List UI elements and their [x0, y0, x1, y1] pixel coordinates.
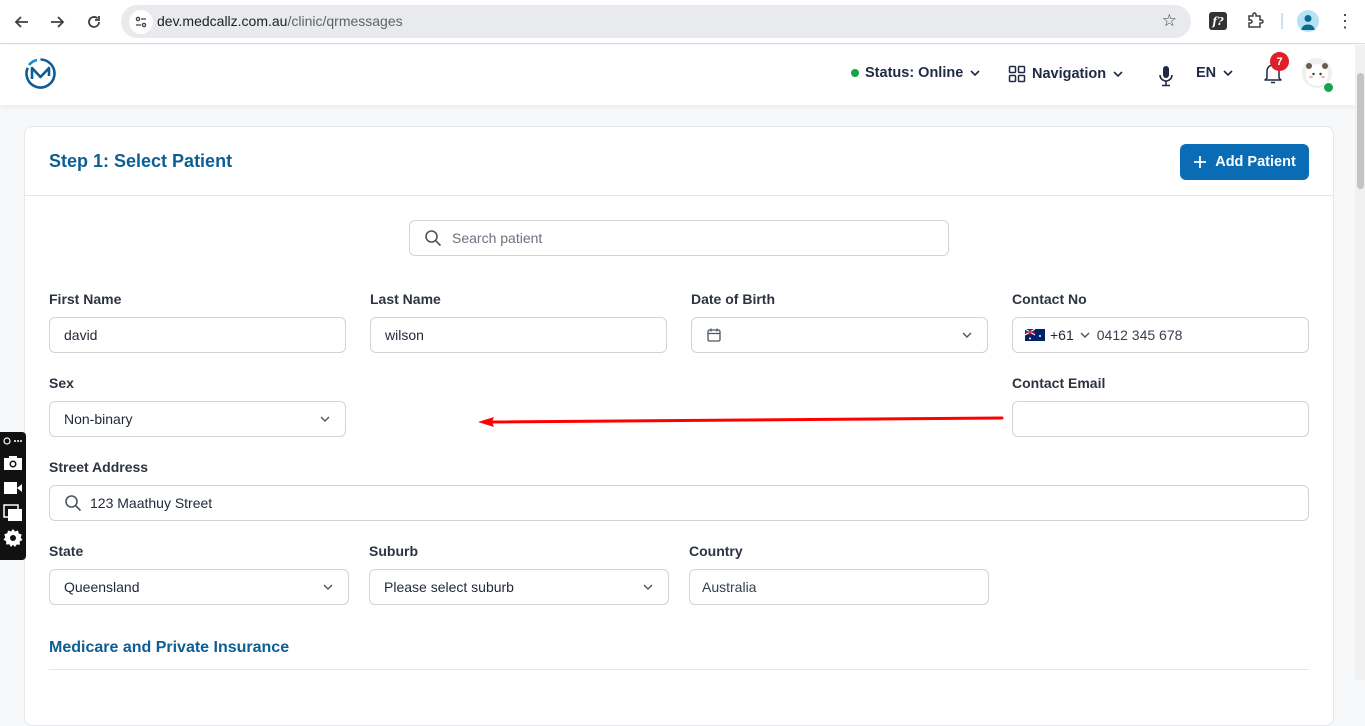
- browser-toolbar: dev.medcallz.com.au/clinic/qrmessages ☆ …: [0, 0, 1365, 44]
- app-header: Status: Online Navigation EN 7: [0, 45, 1355, 105]
- chevron-down-icon: [323, 584, 333, 590]
- page-title: Step 1: Select Patient: [49, 151, 233, 171]
- contact-email-input[interactable]: [1012, 401, 1309, 437]
- back-button[interactable]: [10, 10, 34, 34]
- status-dropdown[interactable]: Status: Online: [851, 65, 981, 81]
- medicare-section-title: Medicare and Private Insurance: [49, 639, 290, 656]
- language-label: EN: [1196, 65, 1217, 81]
- contact-email-label: Contact Email: [1012, 375, 1106, 391]
- microphone-icon: [1159, 66, 1173, 87]
- card-header: Step 1: Select Patient Add Patient: [25, 127, 1333, 196]
- status-label: Status: Online: [865, 65, 964, 81]
- menu-kebab-icon[interactable]: ⋮: [1336, 10, 1354, 32]
- plus-icon: [1194, 156, 1207, 168]
- dob-label: Date of Birth: [691, 291, 775, 307]
- capture-toolbar: [0, 432, 26, 560]
- url-path: /clinic/qrmessages: [287, 13, 403, 29]
- scrollbar-thumb[interactable]: [1357, 73, 1364, 189]
- reload-icon: [88, 16, 100, 28]
- url-host: dev.medcallz.com.au: [157, 13, 288, 29]
- medcallz-logo[interactable]: [24, 57, 57, 90]
- country-code-selector[interactable]: +61: [1025, 327, 1091, 343]
- contact-no-value: 0412 345 678: [1096, 327, 1183, 343]
- street-address-label: Street Address: [49, 459, 149, 475]
- search-patient-input[interactable]: Search patient: [409, 220, 949, 256]
- contact-no-label: Contact No: [1012, 291, 1087, 307]
- chevron-down-icon: [1080, 332, 1090, 338]
- site-settings-icon: [135, 16, 147, 28]
- country-input[interactable]: Australia: [689, 569, 989, 605]
- forward-button[interactable]: [45, 10, 69, 34]
- chevron-down-icon: [643, 584, 653, 590]
- search-placeholder: Search patient: [452, 230, 543, 246]
- reload-button[interactable]: [82, 10, 106, 34]
- toolbar-more-icon[interactable]: [3, 434, 23, 448]
- search-icon: [65, 495, 82, 512]
- notification-count-badge: 7: [1270, 52, 1289, 71]
- camera-icon[interactable]: [3, 453, 23, 473]
- add-patient-button[interactable]: Add Patient: [1180, 144, 1309, 180]
- section-divider: [49, 669, 1309, 670]
- bookmark-star-icon[interactable]: ☆: [1162, 11, 1177, 31]
- street-address-input[interactable]: 123 Maathuy Street: [49, 485, 1309, 521]
- first-name-input[interactable]: david: [49, 317, 346, 353]
- sex-select[interactable]: Non-binary: [49, 401, 346, 437]
- avatar-online-indicator: [1323, 82, 1334, 93]
- contact-no-input[interactable]: +61 0412 345 678: [1012, 317, 1309, 353]
- last-name-input[interactable]: wilson: [370, 317, 667, 353]
- australia-flag-icon: [1025, 329, 1045, 341]
- chevron-down-icon: [962, 332, 972, 338]
- navigation-label: Navigation: [1032, 66, 1107, 82]
- navigation-dropdown[interactable]: Navigation: [1008, 65, 1124, 83]
- language-dropdown[interactable]: EN: [1196, 65, 1234, 81]
- state-select[interactable]: Queensland: [49, 569, 349, 605]
- suburb-select[interactable]: Please select suburb: [369, 569, 669, 605]
- microphone-button[interactable]: [1157, 65, 1175, 87]
- chevron-down-icon: [970, 70, 980, 77]
- suburb-label: Suburb: [369, 543, 418, 559]
- chevron-down-icon: [1223, 70, 1233, 77]
- annotation-arrow: [478, 416, 1004, 427]
- extension-f-icon[interactable]: f?: [1209, 12, 1227, 30]
- window-capture-icon[interactable]: [3, 503, 23, 523]
- state-label: State: [49, 543, 84, 559]
- settings-gear-icon[interactable]: [3, 528, 23, 548]
- suburb-value: Please select suburb: [384, 579, 514, 595]
- state-value: Queensland: [64, 579, 140, 595]
- forward-icon: [51, 16, 65, 28]
- search-icon: [425, 230, 442, 247]
- last-name-value: wilson: [385, 327, 424, 343]
- first-name-label: First Name: [49, 291, 122, 307]
- address-bar[interactable]: dev.medcallz.com.au/clinic/qrmessages ☆: [121, 5, 1191, 38]
- sex-value: Non-binary: [64, 411, 133, 427]
- profile-icon[interactable]: [1297, 10, 1319, 32]
- country-code-value: +61: [1050, 327, 1074, 343]
- street-address-value: 123 Maathuy Street: [90, 495, 213, 511]
- site-settings-button[interactable]: [129, 10, 153, 34]
- last-name-label: Last Name: [370, 291, 441, 307]
- url-text: dev.medcallz.com.au/clinic/qrmessages: [157, 13, 403, 29]
- calendar-icon: [707, 328, 721, 342]
- dob-picker[interactable]: [691, 317, 988, 353]
- grid-icon: [1008, 65, 1026, 83]
- add-patient-label: Add Patient: [1215, 154, 1296, 170]
- chevron-down-icon: [320, 416, 330, 422]
- toolbar-divider: [1281, 13, 1283, 29]
- country-label: Country: [689, 543, 743, 559]
- sex-label: Sex: [49, 375, 74, 391]
- first-name-value: david: [64, 327, 98, 343]
- video-camera-icon[interactable]: [3, 478, 23, 498]
- status-online-dot: [851, 69, 859, 77]
- country-value: Australia: [702, 579, 757, 595]
- chevron-down-icon: [1113, 71, 1123, 78]
- back-icon: [14, 16, 28, 28]
- extensions-puzzle-icon[interactable]: [1245, 11, 1265, 31]
